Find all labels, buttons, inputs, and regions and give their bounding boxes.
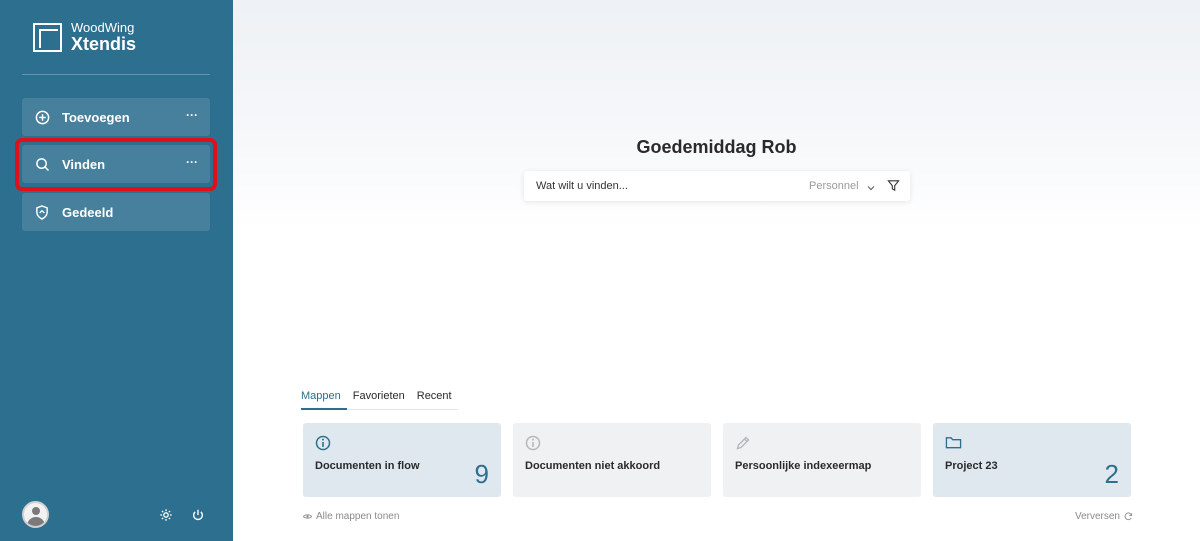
info-icon	[525, 435, 541, 451]
logo: WoodWing Xtendis	[33, 21, 136, 53]
sidebar-item-toevoegen[interactable]: Toevoegen ···	[22, 98, 210, 136]
folder-card-project-23[interactable]: Project 23 2	[933, 423, 1131, 497]
pencil-icon	[735, 435, 751, 451]
power-icon[interactable]	[192, 508, 204, 521]
folder-tabs: Mappen Favorieten Recent	[301, 390, 458, 410]
logo-mark-icon	[33, 22, 62, 52]
filter-icon[interactable]	[887, 179, 900, 192]
info-icon	[315, 435, 331, 451]
search-input[interactable]	[536, 180, 796, 192]
folder-card-persoonlijke-indexeermap[interactable]: Persoonlijke indexeermap	[723, 423, 921, 497]
eye-icon	[302, 512, 313, 521]
sidebar-item-gedeeld[interactable]: Gedeeld	[22, 193, 210, 231]
card-title: Documenten niet akkoord	[525, 460, 661, 472]
card-title: Project 23	[945, 460, 998, 472]
brand-product: Xtendis	[71, 34, 137, 54]
main-content: Goedemiddag Rob Personnel Mappen Favorie…	[233, 0, 1200, 541]
greeting: Goedemiddag Rob	[636, 137, 797, 157]
highlight-box	[15, 138, 217, 191]
show-all-folders-link[interactable]: Alle mappen tonen	[302, 511, 400, 522]
show-all-label: Alle mappen tonen	[316, 511, 400, 522]
search-scope-select[interactable]: Personnel	[809, 180, 859, 192]
more-options-button[interactable]: ···	[186, 109, 198, 121]
folder-card-documenten-in-flow[interactable]: Documenten in flow 9	[303, 423, 501, 497]
search-bar[interactable]: Personnel	[524, 171, 910, 201]
refresh-icon	[1124, 512, 1133, 521]
sidebar: WoodWing Xtendis Toevoegen ··· Vinden ··…	[0, 0, 233, 541]
folder-icon	[945, 435, 962, 451]
plus-circle-icon	[34, 109, 50, 125]
card-title: Documenten in flow	[315, 460, 420, 472]
card-count: 2	[1104, 459, 1119, 489]
refresh-label: Verversen	[1074, 511, 1120, 522]
refresh-button[interactable]: Verversen	[1075, 511, 1133, 522]
sidebar-item-label: Toevoegen	[62, 109, 130, 125]
tab-recent[interactable]: Recent	[411, 390, 458, 409]
card-title: Persoonlijke indexeermap	[735, 460, 872, 472]
brand-company: WoodWing	[71, 20, 135, 35]
tab-mappen[interactable]: Mappen	[301, 390, 347, 410]
avatar[interactable]	[22, 501, 49, 528]
sidebar-divider	[22, 74, 210, 75]
folder-card-documenten-niet-akkoord[interactable]: Documenten niet akkoord	[513, 423, 711, 497]
chevron-down-icon[interactable]	[866, 180, 876, 191]
sidebar-item-label: Gedeeld	[62, 204, 114, 220]
gear-icon[interactable]	[159, 508, 173, 522]
card-count: 9	[474, 459, 489, 489]
tab-favorieten[interactable]: Favorieten	[347, 390, 411, 409]
shield-icon	[34, 204, 50, 220]
